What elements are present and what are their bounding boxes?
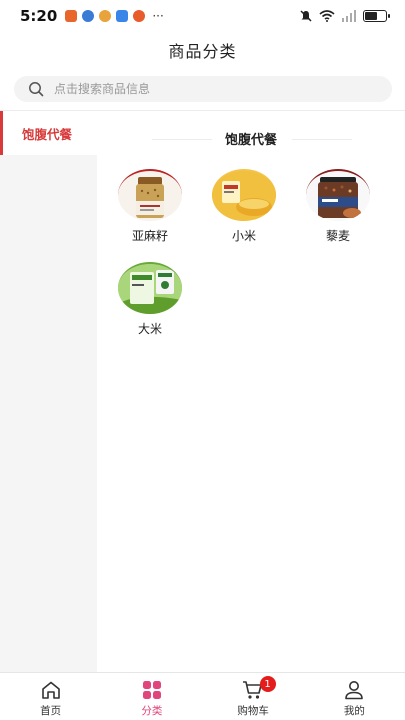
tab-label: 购物车 (237, 705, 269, 717)
sidebar-item-baofu-daican[interactable]: 饱腹代餐 (0, 111, 97, 155)
product-name: 小米 (231, 229, 256, 243)
battery-level (365, 12, 378, 20)
notification-icons: ··· (65, 9, 164, 23)
sidebar-item-label: 饱腹代餐 (22, 126, 73, 142)
product-item[interactable]: 藜麦 (291, 169, 385, 244)
section-title-line-right (292, 139, 352, 140)
product-item[interactable]: 小米 (197, 169, 291, 244)
app-notification-icon (65, 10, 78, 22)
product-name: 藜麦 (325, 229, 350, 243)
status-time: 5:20 (20, 7, 58, 25)
home-icon (41, 681, 60, 699)
product-name: 大米 (137, 322, 162, 336)
product-grid: 亚麻籽 小米 藜麦 大米 (97, 169, 405, 337)
tab-cart[interactable]: 1 购物车 (203, 673, 304, 720)
category-icon (142, 681, 161, 699)
quinoa-jar-image (306, 169, 370, 221)
rice-bag-image (118, 262, 182, 314)
mute-icon (300, 10, 312, 22)
category-content: 饱腹代餐 亚麻籽 小米 藜麦 大米 (97, 111, 405, 672)
search-icon (29, 82, 44, 97)
battery-icon (363, 10, 390, 22)
profile-icon (345, 681, 364, 700)
flaxseed-jar-image (118, 169, 182, 221)
tab-category[interactable]: 分类 (101, 673, 202, 720)
category-sidebar: 饱腹代餐 (0, 111, 97, 672)
section-title: 饱腹代餐 (224, 133, 277, 148)
page-title: 商品分类 (168, 42, 237, 61)
millet-bowl-image (212, 169, 276, 221)
tab-label: 我的 (343, 705, 365, 717)
cart-badge: 1 (259, 676, 276, 692)
wifi-icon (319, 10, 335, 22)
header: 商品分类 (0, 32, 405, 68)
weibo-notification-icon (133, 10, 146, 22)
product-item[interactable]: 亚麻籽 (103, 169, 197, 244)
status-right (299, 9, 390, 23)
app-notification-icon (82, 10, 95, 22)
bottom-tab-bar: 首页 分类 1 购物车 我的 (0, 672, 405, 720)
tab-label: 首页 (40, 705, 62, 717)
search-bar[interactable] (14, 76, 392, 102)
weibo-notification-icon (99, 10, 112, 22)
tab-label: 分类 (141, 705, 163, 717)
product-name: 亚麻籽 (131, 229, 168, 243)
tab-home[interactable]: 首页 (0, 673, 101, 720)
app-notification-icon (116, 10, 129, 22)
more-notifications-icon: ··· (152, 9, 164, 23)
tab-profile[interactable]: 我的 (304, 673, 405, 720)
signal-icon (342, 10, 356, 22)
search-input[interactable] (54, 82, 354, 96)
product-item[interactable]: 大米 (103, 262, 197, 337)
status-bar: 5:20 ··· (0, 0, 405, 32)
